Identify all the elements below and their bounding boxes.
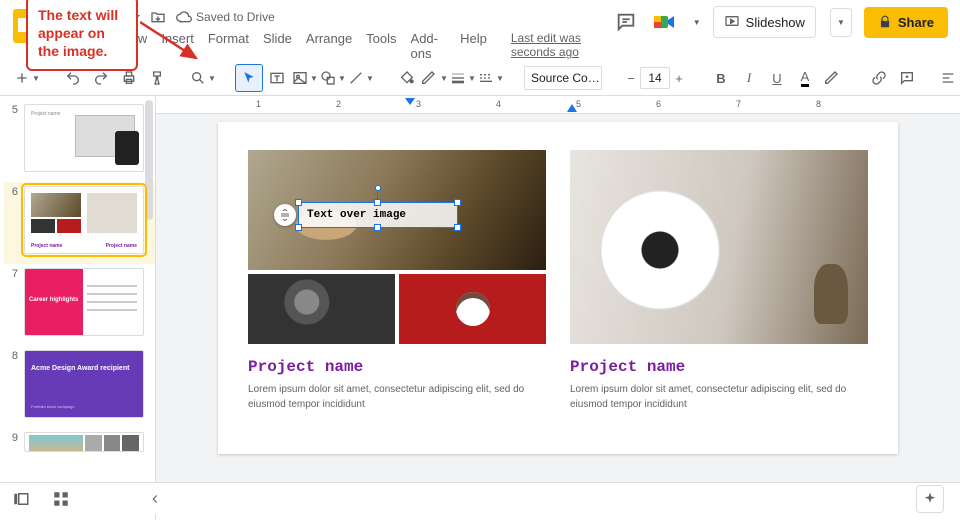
left-project-title[interactable]: Project name	[248, 358, 546, 376]
ruler-mark: 6	[656, 99, 661, 109]
paint-format-button[interactable]	[144, 65, 170, 91]
font-family-select[interactable]: Source Co…▼	[524, 66, 602, 90]
ruler-mark: 4	[496, 99, 501, 109]
menu-slide[interactable]: Slide	[263, 31, 292, 61]
save-state-text: Saved to Drive	[196, 10, 275, 24]
right-project-desc[interactable]: Lorem ipsum dolor sit amet, consectetur …	[570, 382, 868, 412]
slide-thumb-5[interactable]: 5 Project name	[4, 100, 155, 182]
slide-canvas[interactable]: Text over image	[218, 122, 898, 454]
share-label: Share	[898, 15, 934, 30]
border-color-button[interactable]: ▼	[422, 65, 448, 91]
font-size-input[interactable]: 14	[640, 67, 670, 89]
thumb-number: 9	[8, 432, 18, 452]
textbox-tool[interactable]	[264, 65, 290, 91]
ruler-mark: 8	[816, 99, 821, 109]
slideshow-button[interactable]: Slideshow	[713, 6, 816, 38]
menu-format[interactable]: Format	[208, 31, 249, 61]
image-coffee[interactable]	[399, 274, 546, 344]
thumb-number: 5	[8, 104, 18, 172]
horizontal-ruler[interactable]: 1 2 3 4 5 6 7 8	[156, 96, 960, 114]
grid-view-icon[interactable]	[52, 490, 70, 508]
left-project-desc[interactable]: Lorem ipsum dolor sit amet, consectetur …	[248, 382, 546, 412]
indent-marker-icon[interactable]	[404, 97, 416, 113]
comments-icon[interactable]	[615, 11, 637, 33]
textbox-content[interactable]: Text over image	[307, 209, 406, 221]
slideshow-label: Slideshow	[746, 15, 805, 30]
comment-button[interactable]	[894, 65, 920, 91]
ruler-mark: 7	[736, 99, 741, 109]
font-family-value: Source Co…	[531, 71, 600, 85]
thumb-number: 6	[8, 186, 18, 254]
share-button[interactable]: Share	[864, 7, 948, 38]
toolbar: ▼ ▼ ▼ ▼ ▼ ▼ ▼ ▼ Source Co…▼ − 14 + B I U…	[0, 61, 960, 96]
left-column: Text over image	[248, 150, 546, 426]
menu-addons[interactable]: Add-ons	[411, 31, 447, 61]
ruler-mark: 3	[416, 99, 421, 109]
slide-thumb-7[interactable]: 7 Career highlights	[4, 264, 155, 346]
collapse-filmstrip-icon[interactable]	[148, 492, 162, 506]
fontsize-decrease[interactable]: −	[622, 67, 640, 89]
image-speaker[interactable]	[570, 150, 868, 344]
italic-button[interactable]: I	[736, 65, 762, 91]
thumb-7-title: Career highlights	[29, 297, 78, 303]
selected-textbox[interactable]: Text over image	[298, 202, 458, 228]
right-project-title[interactable]: Project name	[570, 358, 868, 376]
filmstrip-view-icon[interactable]	[12, 490, 30, 508]
ruler-mark: 1	[256, 99, 261, 109]
menu-tools[interactable]: Tools	[366, 31, 396, 61]
fill-color-button[interactable]	[394, 65, 420, 91]
right-column: Project name Lorem ipsum dolor sit amet,…	[570, 150, 868, 426]
meet-icon[interactable]	[649, 7, 679, 37]
canvas-area: 1 2 3 4 5 6 7 8 The text will appear on …	[156, 96, 960, 520]
main-area: 5 Project name 6 Project name Project na…	[0, 96, 960, 520]
underline-button[interactable]: U	[764, 65, 790, 91]
thumb-number: 8	[8, 350, 18, 418]
select-tool[interactable]	[236, 65, 262, 91]
zoom-button[interactable]: ▼	[190, 65, 216, 91]
indent-marker-right-icon[interactable]	[566, 103, 578, 113]
menu-arrange[interactable]: Arrange	[306, 31, 352, 61]
slide-thumb-8[interactable]: 8 Acme Design Award recipient Portfolio …	[4, 346, 155, 428]
explore-button[interactable]	[916, 485, 944, 513]
thumb-scrollbar[interactable]	[145, 100, 153, 220]
ruler-mark: 2	[336, 99, 341, 109]
shape-tool[interactable]: ▼	[320, 65, 346, 91]
fontsize-increase[interactable]: +	[670, 67, 688, 89]
thumb-8-title: Acme Design Award recipient	[31, 365, 131, 373]
meet-caret-icon[interactable]: ▼	[693, 18, 701, 27]
thumb-number: 7	[8, 268, 18, 336]
image-cameras[interactable]	[248, 274, 395, 344]
menu-help[interactable]: Help	[460, 31, 487, 61]
link-button[interactable]	[866, 65, 892, 91]
autofit-icon[interactable]	[274, 204, 296, 226]
slideshow-caret-icon[interactable]: ▼	[830, 8, 852, 37]
border-dash-button[interactable]: ▼	[478, 65, 504, 91]
thumbnail-panel[interactable]: 5 Project name 6 Project name Project na…	[0, 96, 156, 520]
line-tool[interactable]: ▼	[348, 65, 374, 91]
border-weight-button[interactable]: ▼	[450, 65, 476, 91]
slide-thumb-9[interactable]: 9	[4, 428, 155, 462]
footer-bar	[0, 482, 960, 514]
slide-thumb-6[interactable]: 6 Project name Project name	[4, 182, 155, 264]
text-color-button[interactable]: A	[792, 65, 818, 91]
image-mixer[interactable]: Text over image	[248, 150, 546, 270]
align-button[interactable]: ▼	[940, 65, 960, 91]
last-edit-link[interactable]: Last edit was seconds ago	[511, 31, 615, 61]
image-tool[interactable]: ▼	[292, 65, 318, 91]
highlight-button[interactable]	[820, 65, 846, 91]
bold-button[interactable]: B	[708, 65, 734, 91]
